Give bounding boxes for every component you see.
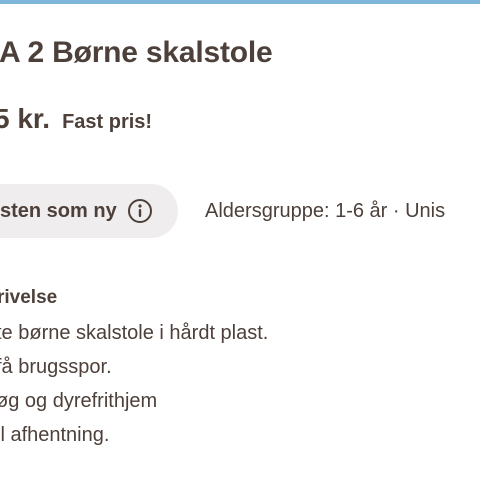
description-body: te børne skalstole i hårdt plast. få bru…	[0, 316, 268, 452]
description-line: te børne skalstole i hårdt plast.	[0, 322, 269, 344]
condition-label: sten som ny	[0, 199, 117, 222]
listing-price: 5 kr.	[0, 103, 51, 134]
price-note: Fast pris!	[62, 111, 153, 133]
description-heading: rivelse	[0, 287, 58, 308]
listing-title: A 2 Børne skalstole	[0, 36, 273, 69]
age-group-text: Aldersgruppe: 1-6 år · Unis	[205, 200, 446, 222]
price-row: 5 kr. Fast pris!	[0, 103, 152, 135]
condition-chip[interactable]: sten som ny	[0, 184, 178, 238]
description-line: il afhentning.	[0, 424, 110, 446]
top-accent-bar	[0, 0, 480, 4]
listing-page: A 2 Børne skalstole 5 kr. Fast pris! ste…	[0, 0, 480, 480]
info-icon[interactable]	[127, 198, 153, 224]
description-line: øg og dyrefrithjem	[0, 390, 158, 412]
description-line: få brugsspor.	[0, 356, 112, 378]
